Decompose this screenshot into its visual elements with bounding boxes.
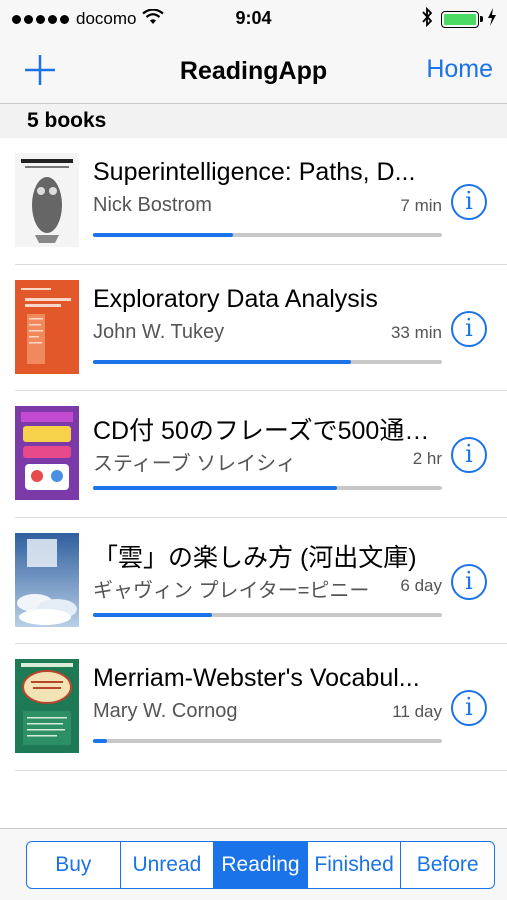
tab-unread[interactable]: Unread: [121, 842, 215, 888]
progress-fill: [93, 739, 107, 743]
status-right: [421, 6, 497, 32]
book-row[interactable]: Merriam-Webster's Vocabul... Mary W. Cor…: [15, 644, 507, 771]
book-author: John W. Tukey: [93, 320, 225, 343]
progress-bar: [93, 359, 442, 364]
section-header: 5 books: [0, 104, 507, 138]
progress-bar: [93, 233, 442, 237]
navigation-bar: ReadingApp Home: [0, 38, 507, 104]
progress-fill: [93, 486, 338, 490]
book-cover: [15, 153, 79, 247]
book-cover: [15, 279, 79, 374]
progress-fill: [93, 233, 233, 237]
book-title: CD付 50のフレーズで500通…: [93, 417, 430, 445]
book-author: ギャヴィン プレイター=ピニー: [93, 579, 370, 602]
progress-fill: [93, 612, 212, 617]
battery-fill: [444, 13, 476, 25]
progress-fill: [93, 359, 352, 364]
charging-icon: [487, 7, 497, 31]
book-title: Exploratory Data Analysis: [93, 284, 378, 313]
reading-time: 2 hr: [412, 449, 442, 468]
book-author: Nick Bostrom: [93, 194, 212, 216]
info-icon[interactable]: i: [451, 310, 487, 347]
book-title: Superintelligence: Paths, D...: [93, 158, 416, 186]
book-row[interactable]: 「雲」の楽しみ方 (河出文庫) ギャヴィン プレイター=ピニー 6 day i: [15, 518, 507, 644]
battery-icon: [441, 10, 483, 28]
info-icon[interactable]: i: [451, 690, 487, 726]
book-cover: [15, 406, 79, 500]
tab-finished[interactable]: Finished: [308, 842, 402, 888]
book-cover: [15, 532, 79, 627]
tab-before[interactable]: Before: [401, 842, 494, 888]
bottom-tab-bar: Buy Unread Reading Finished Before: [0, 828, 507, 900]
info-icon[interactable]: i: [451, 184, 487, 220]
book-author: スティーブ ソレイシィ: [93, 453, 297, 475]
reading-time: 11 day: [392, 702, 442, 721]
tab-buy[interactable]: Buy: [27, 842, 121, 888]
book-row[interactable]: Superintelligence: Paths, D... Nick Bost…: [15, 138, 507, 265]
battery-tip: [480, 15, 483, 22]
book-cover: [15, 659, 79, 753]
book-list: Superintelligence: Paths, D... Nick Bost…: [0, 138, 507, 771]
book-row[interactable]: Exploratory Data Analysis John W. Tukey …: [15, 265, 507, 391]
reading-time: 6 day: [400, 575, 442, 595]
status-bar: docomo 9:04: [0, 0, 507, 38]
book-title: Merriam-Webster's Vocabul...: [93, 664, 420, 692]
tab-reading[interactable]: Reading: [214, 842, 308, 888]
bluetooth-icon: [421, 6, 433, 32]
book-title: 「雲」の楽しみ方 (河出文庫): [93, 543, 417, 572]
info-icon[interactable]: i: [451, 563, 487, 600]
book-author: Mary W. Cornog: [93, 700, 238, 722]
book-count: 5 books: [27, 109, 107, 132]
home-button[interactable]: Home: [426, 55, 493, 84]
reading-time: 33 min: [390, 322, 442, 342]
progress-bar: [93, 612, 442, 617]
info-icon[interactable]: i: [451, 437, 487, 473]
progress-bar: [93, 739, 442, 743]
book-row[interactable]: CD付 50のフレーズで500通… スティーブ ソレイシィ 2 hr i: [15, 391, 507, 518]
reading-time: 7 min: [400, 196, 442, 215]
progress-bar: [93, 486, 442, 490]
segmented-control: Buy Unread Reading Finished Before: [26, 841, 495, 889]
